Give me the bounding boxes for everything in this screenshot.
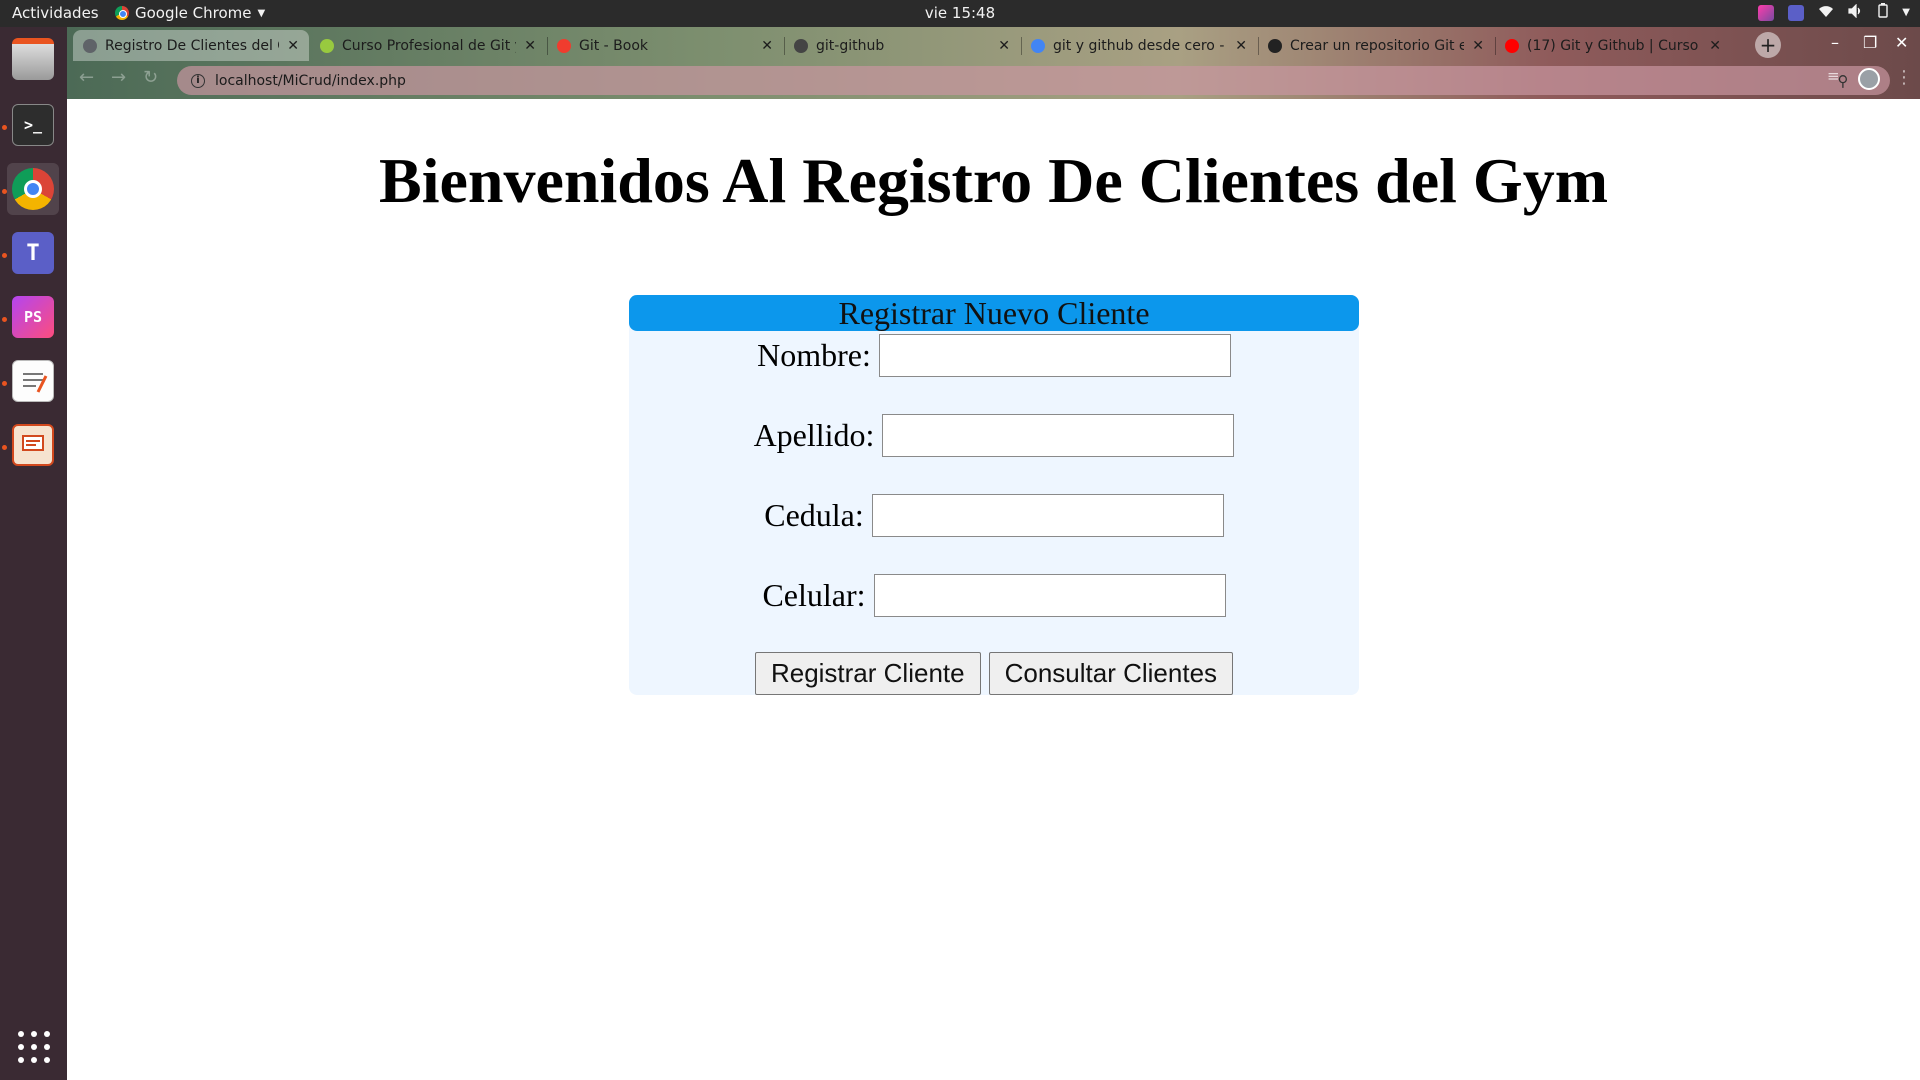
nombre-label: Nombre: <box>757 336 871 373</box>
cedula-input[interactable] <box>871 493 1224 537</box>
close-icon[interactable]: ✕ <box>1235 38 1247 54</box>
phpstorm-icon: PS <box>12 296 54 338</box>
info-icon[interactable]: i <box>191 73 205 88</box>
maximize-icon[interactable]: ❐ <box>1863 33 1877 52</box>
tab-curso-git[interactable]: Curso Profesional de Git y GitHub ✕ <box>310 30 546 61</box>
tab-strip: Registro De Clientes del Gym ✕ Curso Pro… <box>67 27 1920 61</box>
teams-icon: T <box>12 232 54 274</box>
battery-icon[interactable] <box>1878 3 1888 22</box>
tab-git-github[interactable]: git-github ✕ <box>784 30 1020 61</box>
celular-label: Celular: <box>762 576 866 613</box>
dock-item-files[interactable] <box>7 33 59 85</box>
close-icon[interactable]: ✕ <box>1472 38 1484 54</box>
favicon-icon <box>794 38 808 53</box>
text-editor-icon <box>12 360 54 402</box>
system-tray[interactable]: ▼ <box>1758 3 1910 22</box>
back-icon[interactable]: ← <box>79 67 94 88</box>
chrome-icon <box>115 6 129 20</box>
nombre-input[interactable] <box>878 333 1231 377</box>
volume-icon[interactable] <box>1848 3 1864 22</box>
apellido-input[interactable] <box>882 413 1235 457</box>
dock-item-teams[interactable]: T <box>7 227 59 279</box>
media-control-icon[interactable]: ≡ <box>1827 67 1840 85</box>
close-icon[interactable]: ✕ <box>998 38 1010 54</box>
browser-window: Registro De Clientes del Gym ✕ Curso Pro… <box>67 27 1920 99</box>
close-icon[interactable]: ✕ <box>524 38 536 54</box>
dock: >_ T PS <box>0 27 67 1080</box>
close-icon[interactable]: ✕ <box>287 38 299 54</box>
chevron-down-icon[interactable]: ▼ <box>1902 7 1910 18</box>
show-applications-icon[interactable] <box>18 1031 50 1063</box>
chrome-icon <box>12 168 54 210</box>
profile-avatar[interactable] <box>1858 68 1880 90</box>
tab-crear-repositorio[interactable]: Crear un repositorio Git e ✕ <box>1258 30 1494 61</box>
more-menu-icon[interactable]: ⋮ <box>1895 67 1913 88</box>
apellido-label: Apellido: <box>753 416 875 453</box>
tab-registro-clientes[interactable]: Registro De Clientes del Gym ✕ <box>73 30 309 61</box>
address-url[interactable]: localhost/MiCrud/index.php <box>215 73 1824 89</box>
registrar-cliente-button[interactable]: Registrar Cliente <box>754 652 981 695</box>
favicon-icon <box>320 38 334 53</box>
apellido-row: Apellido: <box>629 413 1359 457</box>
form-header: Registrar Nuevo Cliente <box>629 295 1359 331</box>
consultar-clientes-button[interactable]: Consultar Clientes <box>988 652 1234 695</box>
wifi-icon[interactable] <box>1818 4 1834 22</box>
celular-row: Celular: <box>629 573 1359 617</box>
dock-item-phpstorm[interactable]: PS <box>7 291 59 343</box>
favicon-icon <box>1505 38 1519 53</box>
top-bar: Actividades Google Chrome ▼ vie 15:48 ▼ <box>0 0 1920 27</box>
new-tab-button[interactable]: + <box>1755 32 1781 58</box>
favicon-icon <box>83 38 97 53</box>
tab-google-search[interactable]: git y github desde cero - B ✕ <box>1021 30 1257 61</box>
clock[interactable]: vie 15:48 <box>925 4 995 22</box>
page-title: Bienvenidos Al Registro De Clientes del … <box>379 145 1608 216</box>
dock-item-impress[interactable] <box>7 419 59 471</box>
cedula-label: Cedula: <box>764 496 864 533</box>
tab-youtube[interactable]: (17) Git y Github | Curso P ✕ <box>1495 30 1731 61</box>
client-registration-form: Registrar Nuevo Cliente Nombre: Apellido… <box>629 295 1359 695</box>
favicon-icon <box>557 38 571 53</box>
terminal-icon: >_ <box>12 104 54 146</box>
app-menu-label: Google Chrome <box>135 4 252 22</box>
tab-git-book[interactable]: Git - Book ✕ <box>547 30 783 61</box>
dock-item-terminal[interactable]: >_ <box>7 99 59 151</box>
reload-icon[interactable]: ↻ <box>143 67 158 88</box>
dock-item-text-editor[interactable] <box>7 355 59 407</box>
address-bar[interactable]: i localhost/MiCrud/index.php ⚲ ☆ <box>177 66 1890 95</box>
favicon-icon <box>1031 38 1045 53</box>
app-indicator-icon[interactable] <box>1758 4 1775 21</box>
nombre-row: Nombre: <box>629 333 1359 377</box>
minimize-icon[interactable]: – <box>1831 33 1839 52</box>
form-actions: Registrar Cliente Consultar Clientes <box>629 652 1359 695</box>
teams-indicator-icon[interactable] <box>1788 4 1805 21</box>
app-menu[interactable]: Google Chrome ▼ <box>115 4 265 22</box>
page-content: Bienvenidos Al Registro De Clientes del … <box>67 99 1920 1080</box>
celular-input[interactable] <box>873 573 1226 617</box>
chevron-down-icon: ▼ <box>257 7 266 19</box>
close-icon[interactable]: ✕ <box>1709 38 1721 54</box>
dock-item-chrome[interactable] <box>7 163 59 215</box>
files-icon <box>12 38 54 80</box>
forward-icon[interactable]: → <box>111 67 126 88</box>
activities-button[interactable]: Actividades <box>12 4 99 22</box>
favicon-icon <box>1268 38 1282 53</box>
presentation-icon <box>12 424 54 466</box>
close-window-icon[interactable]: ✕ <box>1895 33 1908 52</box>
cedula-row: Cedula: <box>629 493 1359 537</box>
close-icon[interactable]: ✕ <box>761 38 773 54</box>
